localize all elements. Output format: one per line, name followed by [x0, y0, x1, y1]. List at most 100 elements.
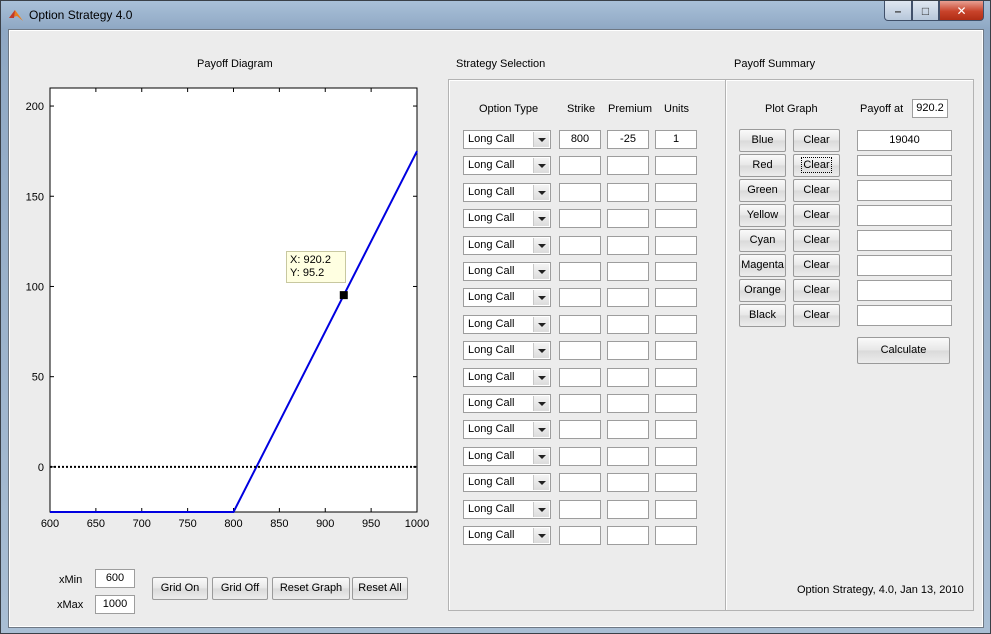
premium-input[interactable] [607, 314, 649, 334]
xmax-input[interactable]: 1000 [95, 595, 135, 614]
option-type-select[interactable]: Long Call [463, 526, 551, 545]
plot-cyan-button[interactable]: Cyan [739, 229, 786, 252]
plot-red-button[interactable]: Red [739, 154, 786, 177]
premium-input[interactable] [607, 341, 649, 361]
x-tick-label: 900 [316, 518, 334, 530]
clear-cyan-button[interactable]: Clear [793, 229, 840, 252]
units-input[interactable] [655, 288, 697, 308]
clear-orange-button[interactable]: Clear [793, 279, 840, 302]
plot-magenta-button[interactable]: Magenta [739, 254, 786, 277]
strike-input[interactable] [559, 341, 601, 361]
strike-input[interactable] [559, 367, 601, 387]
grid-off-button[interactable]: Grid Off [212, 577, 268, 600]
units-input[interactable] [655, 446, 697, 466]
option-type-value: Long Call [468, 397, 515, 409]
maximize-button[interactable]: □ [912, 1, 939, 21]
option-type-select[interactable]: Long Call [463, 182, 551, 202]
reset-graph-button[interactable]: Reset Graph [272, 577, 350, 600]
premium-input[interactable] [607, 473, 649, 493]
strike-input[interactable] [559, 262, 601, 281]
option-type-select[interactable]: Long Call [463, 341, 551, 361]
strike-input[interactable] [559, 446, 601, 466]
premium-input[interactable] [607, 156, 649, 176]
x-tick-label: 1000 [405, 518, 429, 530]
plot-green-button[interactable]: Green [739, 179, 786, 202]
units-input[interactable] [655, 526, 697, 545]
strike-input[interactable] [559, 499, 601, 519]
clear-magenta-button[interactable]: Clear [793, 254, 840, 277]
title-bar[interactable]: Option Strategy 4.0 – □ ✕ [1, 1, 990, 29]
premium-input[interactable] [607, 499, 649, 519]
option-type-select[interactable]: Long Call [463, 288, 551, 308]
strike-input[interactable] [559, 526, 601, 545]
payoff-at-input[interactable]: 920.2 [912, 99, 948, 118]
x-tick-label: 950 [362, 518, 380, 530]
option-type-select[interactable]: Long Call [463, 446, 551, 466]
units-input[interactable] [655, 420, 697, 440]
calculate-button[interactable]: Calculate [857, 337, 950, 364]
units-input[interactable] [655, 182, 697, 202]
option-type-select[interactable]: Long Call [463, 499, 551, 519]
option-type-select[interactable]: Long Call [463, 235, 551, 255]
y-tick-label: 100 [26, 281, 44, 293]
premium-input[interactable] [607, 235, 649, 255]
clear-red-button[interactable]: Clear [793, 154, 840, 177]
premium-input[interactable]: -25 [607, 130, 649, 149]
strike-input[interactable] [559, 473, 601, 493]
plot-blue-button[interactable]: Blue [739, 129, 786, 152]
premium-input[interactable] [607, 446, 649, 466]
strike-input[interactable] [559, 235, 601, 255]
option-type-select[interactable]: Long Call [463, 367, 551, 387]
plot-yellow-button[interactable]: Yellow [739, 204, 786, 227]
xmin-input[interactable]: 600 [95, 569, 135, 588]
strike-input[interactable] [559, 288, 601, 308]
units-input[interactable] [655, 367, 697, 387]
chevron-down-icon [533, 396, 549, 411]
option-type-select[interactable]: Long Call [463, 156, 551, 176]
clear-yellow-button[interactable]: Clear [793, 204, 840, 227]
units-input[interactable] [655, 499, 697, 519]
units-input[interactable]: 1 [655, 130, 697, 149]
plot-orange-button[interactable]: Orange [739, 279, 786, 302]
units-input[interactable] [655, 209, 697, 229]
strike-input[interactable] [559, 156, 601, 176]
strike-input[interactable] [559, 420, 601, 440]
minimize-button[interactable]: – [884, 1, 912, 21]
chevron-down-icon [533, 369, 549, 385]
close-button[interactable]: ✕ [939, 1, 984, 21]
premium-input[interactable] [607, 394, 649, 413]
option-type-select[interactable]: Long Call [463, 394, 551, 413]
units-input[interactable] [655, 394, 697, 413]
strike-input[interactable] [559, 182, 601, 202]
premium-input[interactable] [607, 420, 649, 440]
option-type-select[interactable]: Long Call [463, 262, 551, 281]
option-type-select[interactable]: Long Call [463, 209, 551, 229]
clear-blue-button[interactable]: Clear [793, 129, 840, 152]
plot-black-button[interactable]: Black [739, 304, 786, 327]
strike-input[interactable]: 800 [559, 130, 601, 149]
strike-input[interactable] [559, 209, 601, 229]
strike-input[interactable] [559, 394, 601, 413]
premium-input[interactable] [607, 367, 649, 387]
units-input[interactable] [655, 156, 697, 176]
clear-black-button[interactable]: Clear [793, 304, 840, 327]
strike-input[interactable] [559, 314, 601, 334]
grid-on-button[interactable]: Grid On [152, 577, 208, 600]
units-input[interactable] [655, 262, 697, 281]
clear-green-button[interactable]: Clear [793, 179, 840, 202]
units-input[interactable] [655, 314, 697, 334]
premium-input[interactable] [607, 262, 649, 281]
units-input[interactable] [655, 473, 697, 493]
units-input[interactable] [655, 341, 697, 361]
premium-input[interactable] [607, 526, 649, 545]
option-type-select[interactable]: Long Call [463, 473, 551, 493]
payoff-chart[interactable]: 600 650 700 750 800 850 900 950 1000 200 150 100 50 0 [10, 76, 440, 546]
premium-input[interactable] [607, 182, 649, 202]
option-type-select[interactable]: Long Call [463, 130, 551, 149]
units-input[interactable] [655, 235, 697, 255]
premium-input[interactable] [607, 288, 649, 308]
premium-input[interactable] [607, 209, 649, 229]
option-type-select[interactable]: Long Call [463, 420, 551, 440]
option-type-select[interactable]: Long Call [463, 314, 551, 334]
reset-all-button[interactable]: Reset All [352, 577, 408, 600]
